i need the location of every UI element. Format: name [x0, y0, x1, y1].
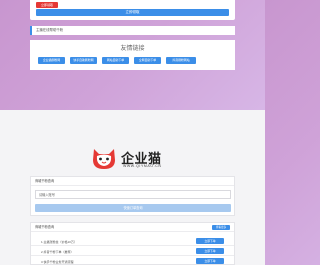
friend-link-1[interactable]: 企业猫刷粉网 [38, 57, 65, 64]
results-panel: 商城千粉查询 查看更多 1.主播涨粉丝（价格10万） 立即下单 2.抖音千粉下单… [30, 222, 235, 265]
query-panel: 商城千粉查询 请输入账号 快速订单查询 [30, 176, 235, 216]
list-item: 3.快手千粉业务开通流程 立即下单 [31, 256, 234, 265]
results-panel-header: 商城千粉查询 查看更多 [31, 223, 234, 232]
results-panel-title: 商城千粉查询 [35, 225, 55, 229]
list-item: 1.主播涨粉丝（价格10万） 立即下单 [31, 236, 234, 246]
list-item-text: 1.主播涨粉丝（价格10万） [41, 239, 77, 244]
order-button[interactable]: 立即下单 [196, 248, 224, 254]
brand-url: WWW.QIYMAO.CN [123, 164, 162, 168]
friend-links-title: 友情链接 [120, 46, 145, 52]
submit-button[interactable]: 立即领取 [36, 9, 229, 16]
friend-links-panel: 友情链接 企业猫刷粉网 快手自助刷粉网 网站自助下单 全网自助下单 抖音刷粉网站 [30, 40, 235, 70]
view-more-button[interactable]: 查看更多 [212, 225, 230, 230]
query-panel-title: 商城千粉查询 [31, 177, 234, 186]
top-card: 立即领取 立即领取 [30, 0, 235, 20]
query-button[interactable]: 快速订单查询 [35, 204, 231, 212]
list-item: 2.抖音千粉下单（推荐） 立即下单 [31, 246, 234, 256]
hot-tag: 立即领取 [36, 2, 58, 8]
order-button[interactable]: 立即下单 [196, 258, 224, 264]
account-input[interactable]: 请输入账号 [35, 190, 231, 199]
brand-logo[interactable]: 企业猫 WWW.QIYMAO.CN [90, 144, 180, 174]
friend-links-row: 企业猫刷粉网 快手自助刷粉网 网站自助下单 全网自助下单 抖音刷粉网站 [38, 57, 196, 64]
list-item-text: 3.快手千粉业务开通流程 [41, 259, 74, 264]
notice-bar: 主播在线帮助千粉 [30, 26, 235, 35]
order-button[interactable]: 立即下单 [196, 238, 224, 244]
friend-link-5[interactable]: 抖音刷粉网站 [166, 57, 196, 64]
friend-link-2[interactable]: 快手自助刷粉网 [70, 57, 97, 64]
list-item-text: 2.抖音千粉下单（推荐） [41, 249, 74, 254]
cat-mascot-icon [93, 149, 115, 169]
friend-link-4[interactable]: 全网自助下单 [134, 57, 161, 64]
friend-link-3[interactable]: 网站自助下单 [102, 57, 129, 64]
